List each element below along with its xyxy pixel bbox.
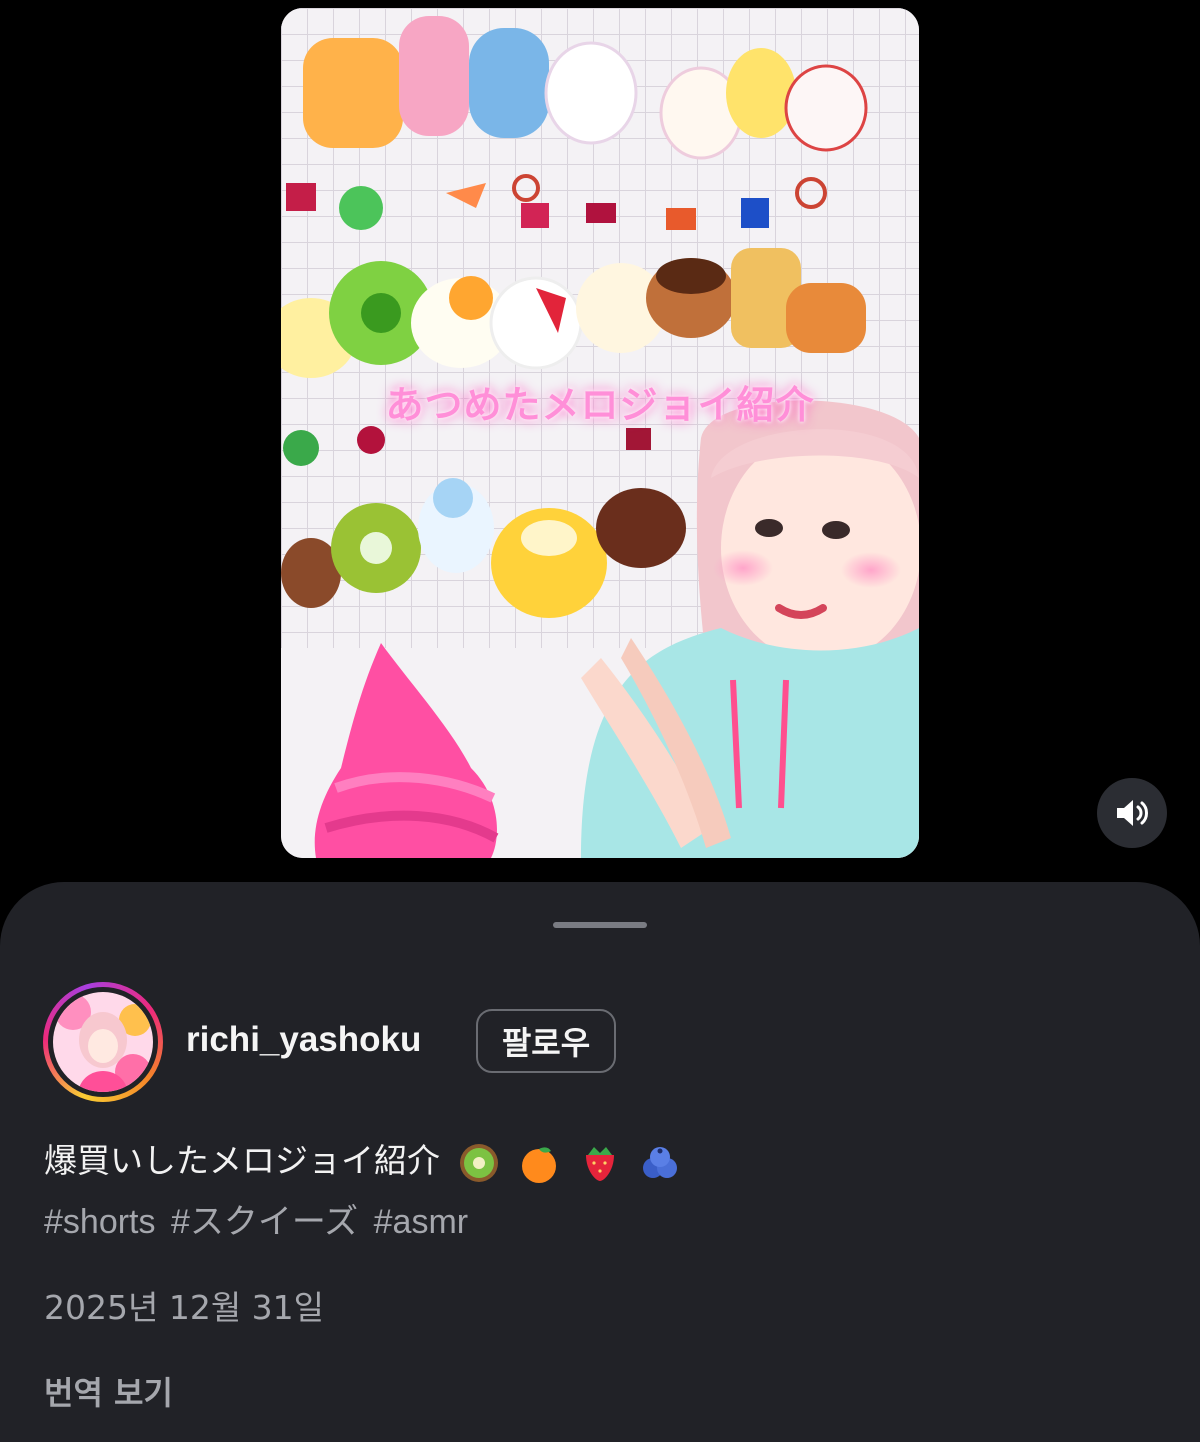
blueberries-emoji [643,1146,677,1178]
follow-button[interactable]: 팔로우 [476,1009,616,1073]
hashtag-shorts[interactable]: #shorts [44,1203,156,1241]
username[interactable]: richi_yashoku [186,1020,421,1060]
see-translation-link[interactable]: 번역 보기 [44,1368,173,1414]
orange-emoji [522,1146,556,1183]
sound-toggle-button[interactable] [1097,778,1167,848]
post-details-sheet: richi_yashoku 팔로우 爆買いしたメロジョイ紹介 #shorts #… [0,882,1200,1442]
drag-handle[interactable] [553,922,647,928]
video-overlay-caption: あつめたメロジョイ紹介 [385,383,815,427]
post-date: 2025년 12월 31일 [44,1288,325,1327]
hashtag-list: #shorts #スクイーズ #asmr [44,1194,474,1243]
caption-text: 爆買いしたメロジョイ紹介 [44,1141,440,1180]
hashtag-asmr[interactable]: #asmr [374,1203,468,1241]
speaker-icon [1117,800,1148,826]
avatar-story-ring[interactable] [43,982,163,1102]
avatar [53,992,153,1092]
video-player[interactable]: あつめたメロジョイ紹介 [281,8,919,858]
strawberry-emoji [585,1146,614,1181]
post-caption: 爆買いしたメロジョイ紹介 [44,1134,682,1185]
video-frame-image [281,8,919,858]
kiwi-emoji [459,1143,498,1182]
hashtag-squeeze[interactable]: #スクイーズ [171,1203,358,1241]
